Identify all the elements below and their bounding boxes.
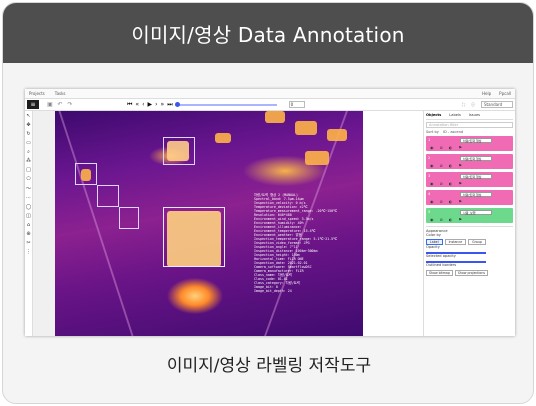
move-icon[interactable]: ✥ [26, 122, 30, 128]
menu-tasks[interactable]: Tasks [55, 91, 66, 96]
appearance-section: Appearance Color by Label Instance Group… [426, 226, 513, 276]
vehicle-heat [327, 129, 347, 141]
object-item[interactable]: 5 사람_보행 ◉⊘◐⚑ [426, 208, 513, 223]
player-controls: ⏮ « ‹ ▶ › » ⏭ [127, 101, 173, 109]
selected-bounding-box[interactable] [163, 207, 225, 267]
sort-label: Sort by [426, 130, 439, 134]
vehicle-heat [305, 151, 329, 165]
help-link[interactable]: Help [482, 91, 491, 96]
object-action-icons[interactable]: ◉⊘◐⚑ [430, 217, 468, 222]
frame-number-input[interactable]: 0 [288, 101, 305, 108]
next-frame-icon[interactable]: › [155, 101, 157, 109]
thermal-image: 차량/트럭 형상 2 (MANUAL) Spectral_band: 7.5μm… [55, 111, 363, 336]
show-bitmap-button[interactable]: Show bitmap [426, 270, 453, 276]
object-item[interactable]: 1 차량/트럭 형상 ◉⊘◐⚑ [426, 136, 513, 151]
fullscreen-icon[interactable]: ⛶ [462, 102, 465, 107]
color-by-group-option[interactable]: Group [468, 239, 486, 245]
bounding-box[interactable] [119, 207, 139, 229]
polygon-icon[interactable]: ⬠ [26, 176, 30, 182]
split-icon[interactable]: ✂ [26, 240, 30, 246]
zoom-icon[interactable]: ⌕ [27, 149, 30, 155]
banner-title: 이미지/영상 Data Annotation [3, 3, 533, 63]
object-action-icons[interactable]: ◉⊘◐⚑ [430, 163, 468, 168]
annotation-filter-input[interactable]: Annotation filter [426, 122, 513, 128]
annotation-canvas[interactable]: 차량/트럭 형상 2 (MANUAL) Spectral_band: 7.5μm… [33, 111, 363, 336]
object-label-select[interactable]: 차량/트럭 형상 [460, 192, 492, 197]
left-toolbar: ↖ ✥ ↻ ▭ ⌕ ⁂ □ ⬠ 〜 ⋯ ◯ ◫ ⌂ ⊕ ✂ ⋮ [25, 111, 33, 336]
object-action-icons[interactable]: ◉⊘◐⚑ [430, 145, 468, 150]
hamburger-menu-icon[interactable]: ≡ [27, 100, 39, 109]
last-frame-icon[interactable]: ⏭ [167, 101, 172, 109]
workspace-select[interactable]: Standard [481, 101, 513, 108]
vehicle-heat [295, 121, 317, 135]
user-menu[interactable]: Ppcall [499, 91, 511, 96]
more-icon[interactable]: ⋮ [26, 249, 31, 255]
opacity-label: Opacity [426, 245, 440, 249]
play-icon[interactable]: ▶ [147, 101, 152, 109]
color-by-instance-option[interactable]: Instance [444, 239, 467, 245]
appearance-buttons: Show bitmap Show projections [426, 270, 513, 276]
object-metadata-overlay: 차량/트럭 형상 2 (MANUAL) Spectral_band: 7.5μm… [254, 193, 337, 293]
tab-objects[interactable]: Objects [426, 113, 441, 117]
fit-icon[interactable]: ▭ [26, 140, 31, 146]
object-item[interactable]: 2 차량/트럭 형상 ◉⊘◐⚑ [426, 154, 513, 169]
objects-sidebar: Objects Labels Issues Annotation filter … [423, 111, 515, 336]
first-frame-icon[interactable]: ⏮ [127, 101, 132, 109]
undo-icon[interactable]: ↶ [55, 101, 65, 108]
object-id: 4 [428, 192, 431, 196]
vehicle-heat [265, 111, 285, 123]
caption: 이미지/영상 라벨링 저작도구 [166, 356, 372, 376]
rotate-icon[interactable]: ↻ [26, 131, 30, 137]
frame-slider[interactable] [174, 101, 277, 107]
merge-icon[interactable]: ⊕ [26, 231, 30, 237]
tag-icon[interactable]: ⌂ [27, 222, 30, 228]
menu-projects[interactable]: Projects [29, 91, 45, 96]
cuboid-icon[interactable]: ◫ [26, 213, 31, 219]
toolbar: ≡ ▣ ↶ ↷ ⏮ « ‹ ▶ › » ⏭ 0 ⛶ ⓘ Standard [25, 99, 515, 111]
sort-select[interactable]: ID - ascend [443, 130, 463, 134]
object-id: 5 [428, 210, 431, 214]
card: 이미지/영상 Data Annotation Projects Tasks He… [2, 2, 534, 404]
object-id: 3 [428, 174, 431, 178]
show-projections-button[interactable]: Show projections [454, 270, 489, 276]
object-label-select[interactable]: 차량/트럭 형상 [460, 174, 492, 179]
sort-row: Sort by ID - ascend [426, 130, 513, 134]
polyline-icon[interactable]: 〜 [26, 185, 31, 192]
points-icon[interactable]: ⋯ [26, 195, 31, 201]
bounding-box[interactable] [75, 163, 97, 185]
save-icon[interactable]: ▣ [45, 101, 55, 108]
forward-fast-icon[interactable]: » [161, 101, 165, 109]
object-label-select[interactable]: 사람_보행 [460, 210, 492, 215]
cursor-icon[interactable]: ↖ [26, 113, 30, 119]
object-list: 1 차량/트럭 형상 ◉⊘◐⚑ 2 차량/트럭 형상 ◉⊘◐⚑ 3 차량/트럭 형상 ◉⊘◐⚑ 4… [426, 136, 513, 223]
object-label-select[interactable]: 차량/트럭 형상 [460, 138, 492, 143]
vehicle-heat [215, 133, 231, 143]
object-id: 1 [428, 138, 431, 142]
selected-opacity-label: Selected opacity [426, 254, 456, 258]
redo-icon[interactable]: ↷ [65, 101, 75, 108]
rectangle-icon[interactable]: □ [26, 167, 31, 173]
bounding-box[interactable] [163, 137, 195, 165]
prev-frame-icon[interactable]: ‹ [142, 101, 144, 109]
object-id: 2 [428, 156, 431, 160]
ellipse-icon[interactable]: ◯ [26, 204, 32, 210]
color-by-label: Color by [426, 233, 441, 237]
app-top-bar: Projects Tasks Help Ppcall [25, 89, 515, 99]
annotation-tool-screenshot: Projects Tasks Help Ppcall ≡ ▣ ↶ ↷ ⏮ « ‹… [25, 89, 515, 336]
tab-issues[interactable]: Issues [469, 113, 480, 117]
object-action-icons[interactable]: ◉⊘◐⚑ [430, 199, 468, 204]
sidebar-tabs: Objects Labels Issues [426, 113, 513, 120]
group-icon[interactable]: ⁂ [26, 158, 31, 164]
object-label-select[interactable]: 차량/트럭 형상 [460, 156, 492, 161]
object-item[interactable]: 3 차량/트럭 형상 ◉⊘◐⚑ [426, 172, 513, 187]
bounding-box[interactable] [97, 185, 119, 207]
object-item[interactable]: 4 차량/트럭 형상 ◉⊘◐⚑ [426, 190, 513, 205]
object-action-icons[interactable]: ◉⊘◐⚑ [430, 181, 468, 186]
back-fast-icon[interactable]: « [135, 101, 139, 109]
info-icon[interactable]: ⓘ [471, 102, 475, 108]
tab-labels[interactable]: Labels [449, 113, 461, 117]
outlined-borders-checkbox[interactable]: Outlined borders [426, 263, 513, 267]
